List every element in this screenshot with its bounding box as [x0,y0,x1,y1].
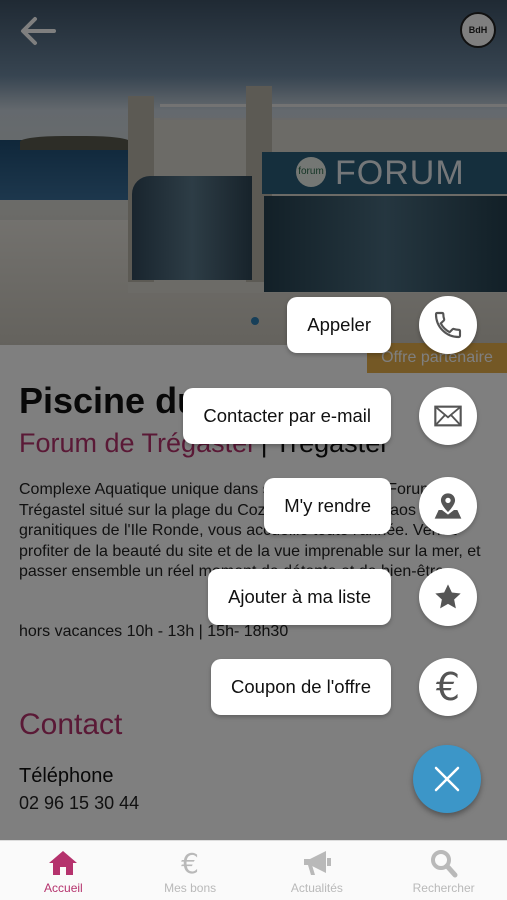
email-button[interactable]: Contacter par e-mail [183,388,391,444]
nav-item-home[interactable]: Accueil [0,841,127,900]
nav-label-home: Accueil [44,881,83,895]
nav-item-my-vouchers[interactable]: € Mes bons [127,841,254,900]
phone-icon[interactable] [419,296,477,354]
nav-item-search[interactable]: Rechercher [380,841,507,900]
action-coupon[interactable]: Coupon de l'offre € [211,658,477,716]
map-pin-icon[interactable] [419,477,477,535]
megaphone-icon [303,851,331,875]
star-icon[interactable] [419,568,477,626]
nav-label-my-vouchers: Mes bons [164,881,217,895]
close-icon [434,766,460,792]
close-menu-button[interactable] [413,745,481,813]
directions-button[interactable]: M'y rendre [264,478,391,534]
add-to-list-button[interactable]: Ajouter à ma liste [208,569,391,625]
action-add-to-list[interactable]: Ajouter à ma liste [208,568,477,626]
call-button[interactable]: Appeler [287,297,391,353]
euro-icon[interactable]: € [419,658,477,716]
euro-glyph: € [435,665,461,709]
envelope-icon[interactable] [419,387,477,445]
nav-item-news[interactable]: Actualités [254,841,381,900]
bottom-navigation: Accueil € Mes bons Actualités Rechercher [0,840,507,900]
euro-icon: € [181,848,199,878]
search-icon [430,850,458,878]
action-directions[interactable]: M'y rendre [264,477,477,535]
action-email[interactable]: Contacter par e-mail [183,387,477,445]
svg-text:€: € [181,848,199,878]
action-call[interactable]: Appeler [287,296,477,354]
nav-label-search: Rechercher [412,881,475,895]
coupon-button[interactable]: Coupon de l'offre [211,659,391,715]
home-icon [49,851,78,875]
nav-label-news: Actualités [290,881,343,895]
